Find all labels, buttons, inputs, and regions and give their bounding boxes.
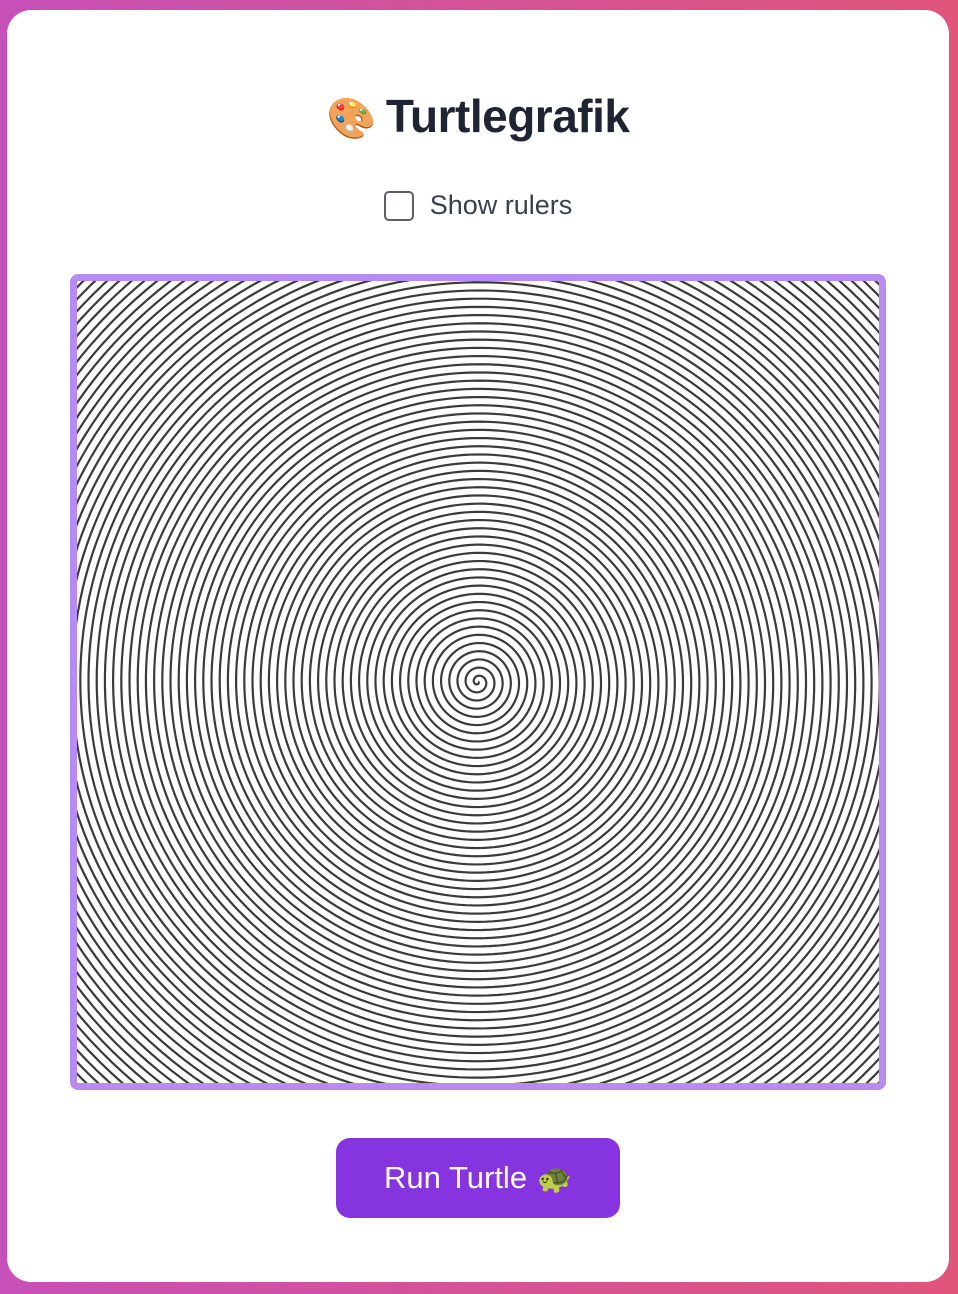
artist-palette-icon: 🎨 xyxy=(326,97,377,141)
turtle-icon: 🐢 xyxy=(537,1162,572,1194)
app-card: 🎨 Turtlegrafik Show rulers Run Turtle 🐢 xyxy=(7,10,949,1282)
turtle-canvas xyxy=(70,274,886,1090)
spiral-drawing xyxy=(77,281,879,1083)
show-rulers-label[interactable]: Show rulers xyxy=(430,190,573,221)
run-turtle-label: Run Turtle xyxy=(384,1160,528,1195)
show-rulers-checkbox[interactable] xyxy=(383,190,414,221)
page-title-text: Turtlegrafik xyxy=(385,90,630,142)
run-turtle-button[interactable]: Run Turtle 🐢 xyxy=(336,1138,620,1218)
spiral-line xyxy=(77,281,879,1083)
page-title: 🎨 Turtlegrafik xyxy=(7,88,949,147)
show-rulers-control[interactable]: Show rulers xyxy=(7,190,949,221)
